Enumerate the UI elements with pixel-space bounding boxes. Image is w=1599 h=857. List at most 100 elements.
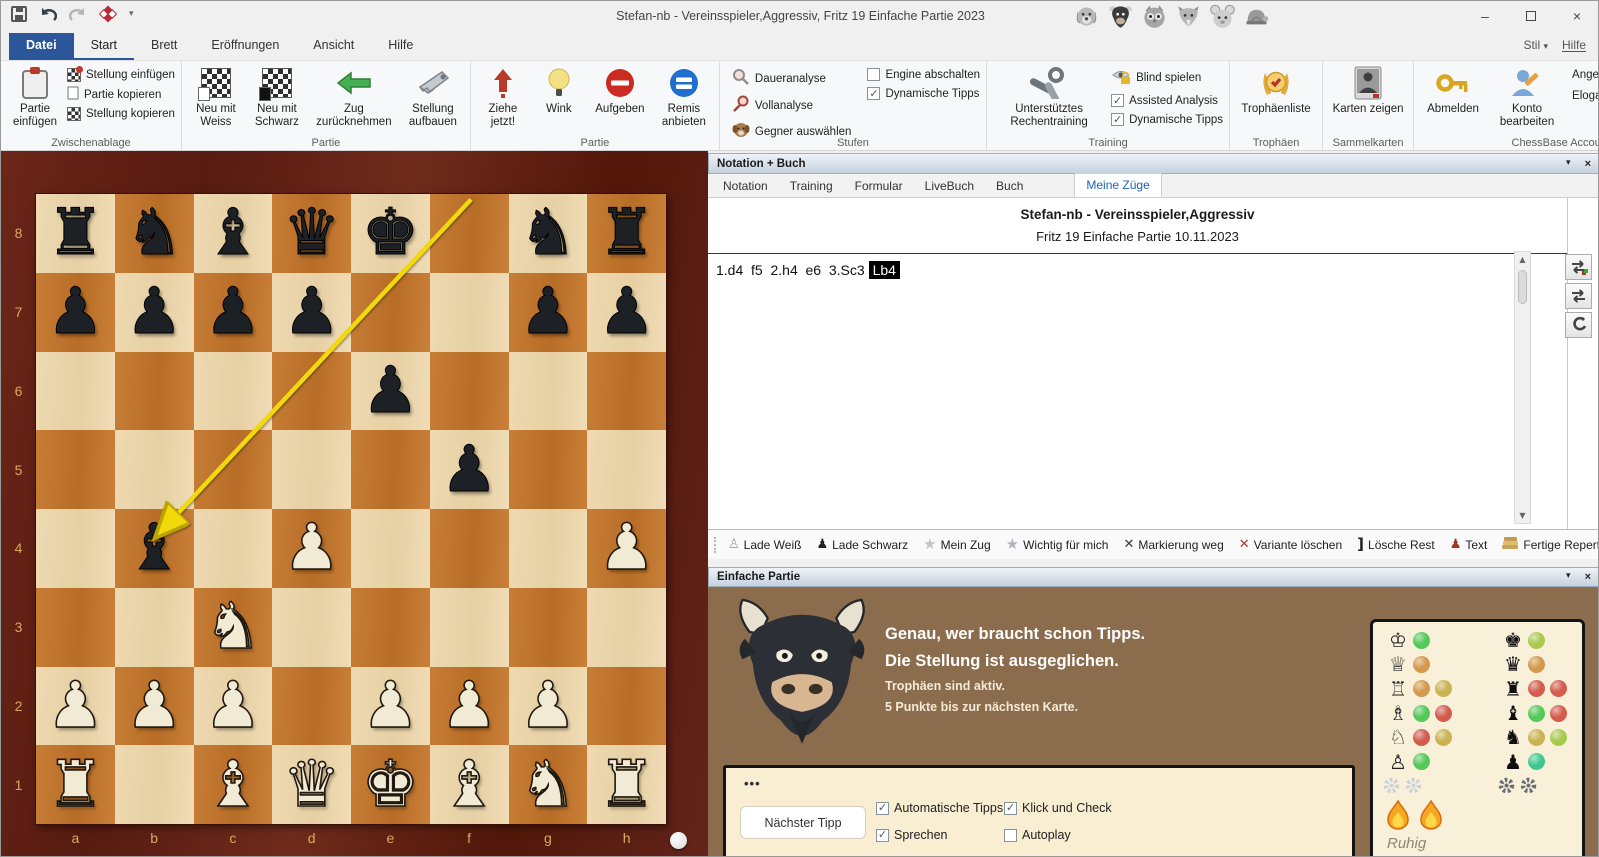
piece-black-P-a7[interactable]: ♟ — [36, 273, 115, 352]
karten-zeigen-button[interactable]: Karten zeigen — [1329, 63, 1407, 118]
piece-white-N-g1[interactable]: ♞ — [509, 745, 588, 824]
dynamische-tipps-checkbox[interactable]: Dynamische Tipps — [867, 87, 980, 100]
markierung-weg-button[interactable]: ✕Markierung weg — [1123, 538, 1223, 552]
piece-white-B-c1[interactable]: ♝ — [194, 745, 273, 824]
remis-anbieten-button[interactable]: Remis anbieten — [655, 63, 713, 131]
menu-eroeffnungen[interactable]: Eröffnungen — [194, 33, 296, 60]
daueranalyse-button[interactable]: Daueranalyse — [732, 68, 852, 89]
piece-black-P-g7[interactable]: ♟ — [509, 273, 588, 352]
piece-black-B-b4[interactable]: ♝ — [115, 509, 194, 588]
text-button[interactable]: ♟Text — [1450, 538, 1488, 552]
help-link[interactable]: Hilfe — [1562, 38, 1586, 52]
neu-mit-schwarz-button[interactable]: Neu mit Schwarz — [248, 63, 306, 131]
notation-content[interactable]: Stefan-nb - Vereinsspieler,Aggressiv Fri… — [708, 198, 1568, 529]
partie-kopieren-button[interactable]: Partie kopieren — [67, 86, 175, 103]
current-move[interactable]: Lb4 — [869, 261, 900, 279]
piece-white-P-f2[interactable]: ♟ — [430, 667, 509, 746]
toolbar-grip[interactable] — [714, 537, 716, 553]
wink-button[interactable]: Wink — [533, 63, 585, 118]
piece-white-P-h4[interactable]: ♟ — [587, 509, 666, 588]
dynamische-tipps-2-checkbox[interactable]: Dynamische Tipps — [1111, 113, 1223, 126]
automatische-tipps-checkbox[interactable]: Automatische Tipps — [876, 801, 1003, 815]
turtle-icon[interactable] — [1243, 3, 1270, 30]
piece-white-P-e2[interactable]: ♟ — [351, 667, 430, 746]
close-button[interactable]: × — [1554, 1, 1599, 30]
abmelden-button[interactable]: Abmelden — [1420, 63, 1486, 118]
fertige-repertoire-button[interactable]: Fertige Repert — [1502, 536, 1599, 553]
klick-und-check-checkbox[interactable]: Klick und Check — [1004, 801, 1112, 815]
piece-white-Q-d1[interactable]: ♛ — [272, 745, 351, 824]
tab-meine-zuege[interactable]: Meine Züge — [1074, 173, 1161, 197]
wichtig-fuer-mich-button[interactable]: ★Wichtig für mich — [1006, 537, 1109, 552]
tab-formular[interactable]: Formular — [844, 175, 914, 197]
unhook-button[interactable] — [1565, 312, 1592, 338]
tab-livebuch[interactable]: LiveBuch — [914, 175, 985, 197]
lade-schwarz-button[interactable]: ♟Lade Schwarz — [816, 538, 908, 552]
piece-white-N-c3[interactable]: ♞ — [194, 588, 273, 667]
piece-black-N-g8[interactable]: ♞ — [509, 194, 588, 273]
tips-panel-header[interactable]: Einfache Partie ▾ × — [708, 567, 1599, 587]
style-selector[interactable]: Stil ▾ — [1523, 38, 1548, 52]
aufgeben-button[interactable]: Aufgeben — [589, 63, 651, 118]
panel-close-icon[interactable]: × — [1585, 158, 1591, 170]
tips-collapse-icon[interactable]: ▾ — [1566, 571, 1571, 583]
rechentraining-button[interactable]: Unterstütztes Rechentraining — [997, 63, 1101, 131]
piece-white-K-e1[interactable]: ♚ — [351, 745, 430, 824]
stellung-aufbauen-button[interactable]: Stellung aufbauen — [402, 63, 464, 131]
menu-datei[interactable]: Datei — [9, 33, 74, 60]
ziehe-jetzt-button[interactable]: Ziehe jetzt! — [477, 63, 529, 131]
notation-panel-header[interactable]: Notation + Buch ▾ × — [708, 153, 1599, 174]
loesche-rest-button[interactable]: ]Lösche Rest — [1357, 537, 1435, 552]
move-list[interactable]: 1.d4 f5 2.h4 e6 3.Sc3 Lb4 — [708, 254, 1567, 278]
piece-black-P-c7[interactable]: ♟ — [194, 273, 273, 352]
piece-black-R-h8[interactable]: ♜ — [587, 194, 666, 273]
sprechen-checkbox[interactable]: Sprechen — [876, 828, 1003, 842]
tab-notation[interactable]: Notation — [712, 175, 779, 197]
variation-arrows-button[interactable] — [1565, 283, 1592, 309]
owl-icon[interactable] — [1141, 3, 1168, 30]
chess-board[interactable]: ♜♞♝♛♚♞♜♟♟♟♟♟♟♟♟♝♟♟♞♟♟♟♟♟♟♜♝♛♚♝♞♜ — [36, 194, 666, 824]
scrollbar-thumb[interactable] — [1518, 270, 1527, 304]
vollanalyse-button[interactable]: Vollanalyse — [732, 95, 852, 116]
panel-collapse-icon[interactable]: ▾ — [1566, 158, 1571, 170]
tips-close-icon[interactable]: × — [1585, 571, 1591, 583]
partie-einfuegen-button[interactable]: Partie einfügen — [7, 63, 63, 131]
piece-white-P-a2[interactable]: ♟ — [36, 667, 115, 746]
piece-black-N-b8[interactable]: ♞ — [115, 194, 194, 273]
piece-black-R-a8[interactable]: ♜ — [36, 194, 115, 273]
piece-white-B-f1[interactable]: ♝ — [430, 745, 509, 824]
piece-black-P-f5[interactable]: ♟ — [430, 430, 509, 509]
tab-buch[interactable]: Buch — [985, 175, 1034, 197]
mein-zug-button[interactable]: ★Mein Zug — [923, 537, 990, 552]
piece-black-P-e6[interactable]: ♟ — [351, 352, 430, 431]
lade-weiss-button[interactable]: ♙Lade Weiß — [728, 538, 801, 552]
dog-icon[interactable] — [1073, 3, 1100, 30]
stellung-kopieren-button[interactable]: Stellung kopieren — [67, 107, 175, 121]
ellipsis-menu[interactable]: ••• — [744, 776, 761, 791]
piece-white-P-b2[interactable]: ♟ — [115, 667, 194, 746]
piece-black-Q-d8[interactable]: ♛ — [272, 194, 351, 273]
piece-white-P-g2[interactable]: ♟ — [509, 667, 588, 746]
fox-icon[interactable] — [1175, 3, 1202, 30]
konto-bearbeiten-button[interactable]: Konto bearbeiten — [1494, 63, 1560, 131]
piece-white-R-a1[interactable]: ♜ — [36, 745, 115, 824]
trophaeenliste-button[interactable]: Trophäenliste — [1236, 63, 1316, 118]
piece-white-R-h1[interactable]: ♜ — [587, 745, 666, 824]
mouse-icon[interactable] — [1209, 3, 1236, 30]
piece-black-B-c8[interactable]: ♝ — [194, 194, 273, 273]
scroll-up-icon[interactable]: ▲ — [1515, 252, 1530, 267]
menu-ansicht[interactable]: Ansicht — [296, 33, 371, 60]
piece-black-P-b7[interactable]: ♟ — [115, 273, 194, 352]
menu-hilfe[interactable]: Hilfe — [371, 33, 430, 60]
piece-black-P-h7[interactable]: ♟ — [587, 273, 666, 352]
menu-brett[interactable]: Brett — [134, 33, 194, 60]
next-tip-button[interactable]: Nächster Tipp — [740, 806, 866, 839]
blind-spielen-button[interactable]: Blind spielen — [1111, 68, 1223, 88]
tab-training[interactable]: Training — [779, 175, 844, 197]
piece-white-P-c2[interactable]: ♟ — [194, 667, 273, 746]
menu-start[interactable]: Start — [74, 33, 134, 60]
variante-loeschen-button[interactable]: ✕Variante löschen — [1239, 538, 1342, 552]
zug-zuruecknehmen-button[interactable]: Zug zurücknehmen — [310, 63, 398, 131]
piece-black-P-d7[interactable]: ♟ — [272, 273, 351, 352]
neu-mit-weiss-button[interactable]: Neu mit Weiss — [188, 63, 244, 131]
